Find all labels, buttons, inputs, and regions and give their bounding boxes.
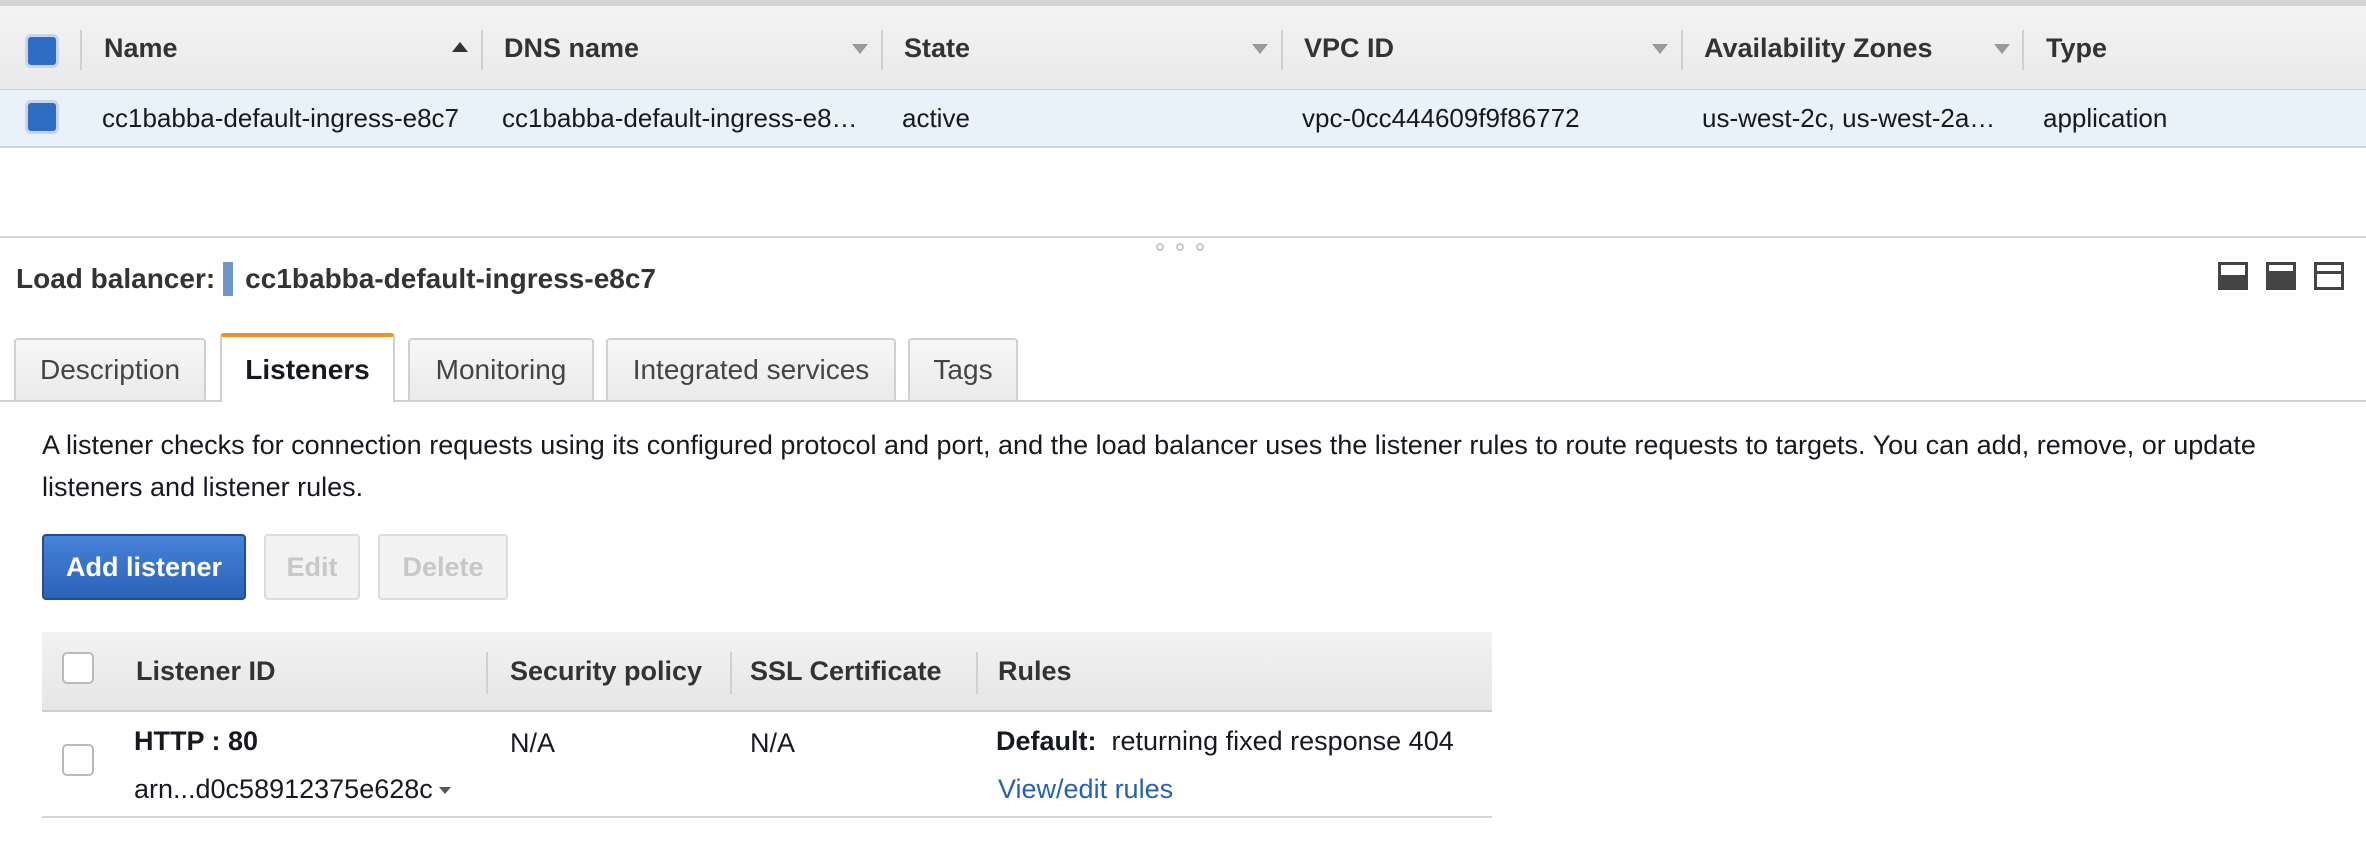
listeners-description: A listener checks for connection request… <box>42 430 2256 502</box>
cell-vpc-id: vpc-0cc444609f9f86772 <box>1302 102 1580 133</box>
view-edit-rules-link[interactable]: View/edit rules <box>998 774 1173 805</box>
edit-button[interactable]: Edit <box>264 534 360 600</box>
pane-maximize-icon[interactable] <box>2314 262 2344 290</box>
cell-availability-zones: us-west-2c, us-west-2a… <box>1702 102 1996 133</box>
select-all-checkbox[interactable] <box>62 652 94 684</box>
sort-dropdown-icon[interactable] <box>852 44 868 54</box>
row-checkbox[interactable] <box>62 744 94 776</box>
chevron-down-icon <box>438 787 451 795</box>
tab-description[interactable]: Description <box>14 338 206 400</box>
pane-bottom-icon[interactable] <box>2218 262 2248 290</box>
sort-dropdown-icon[interactable] <box>1994 44 2010 54</box>
tab-listeners[interactable]: Listeners <box>220 333 395 402</box>
column-header-rules[interactable]: Rules <box>998 632 1072 710</box>
column-header-dns-name[interactable]: DNS name <box>482 6 882 90</box>
listener-protocol-port: HTTP : 80 <box>134 726 259 756</box>
cell-state: active <box>902 102 970 133</box>
column-header-vpc-id[interactable]: VPC ID <box>1282 6 1682 90</box>
column-header-type[interactable]: Type <box>2024 6 2324 90</box>
column-header-ssl-certificate[interactable]: SSL Certificate <box>750 632 942 710</box>
column-header-state[interactable]: State <box>882 6 1282 90</box>
listeners-table-header: Listener ID Security policy SSL Certific… <box>42 632 1492 712</box>
cell-security-policy: N/A <box>510 728 556 758</box>
splitter-grip-icon[interactable] <box>1196 243 1204 251</box>
delete-button[interactable]: Delete <box>378 534 508 600</box>
tab-integrated-services[interactable]: Integrated services <box>606 338 896 400</box>
tab-tags[interactable]: Tags <box>908 338 1018 400</box>
add-listener-button[interactable]: Add listener <box>42 534 246 600</box>
column-header-availability-zones[interactable]: Availability Zones <box>1682 6 2022 90</box>
pane-split-icon[interactable] <box>2266 262 2296 290</box>
splitter-grip-icon[interactable] <box>1176 243 1184 251</box>
sort-dropdown-icon[interactable] <box>1652 44 1668 54</box>
column-header-security-policy[interactable]: Security policy <box>510 632 702 710</box>
sort-dropdown-icon[interactable] <box>1252 44 1268 54</box>
table-row[interactable]: cc1babba-default-ingress-e8c7 cc1babba-d… <box>0 90 2366 148</box>
sort-ascending-icon[interactable] <box>452 42 468 52</box>
table-row[interactable]: HTTP : 80 arn...d0c58912375e628c N/A N/A… <box>42 712 1492 818</box>
cell-name: cc1babba-default-ingress-e8c7 <box>102 102 459 133</box>
cell-type: application <box>2043 102 2168 133</box>
column-header-listener-id[interactable]: Listener ID <box>136 632 276 710</box>
splitter-grip-icon[interactable] <box>1156 243 1164 251</box>
tab-monitoring[interactable]: Monitoring <box>408 338 594 400</box>
listener-arn[interactable]: arn...d0c58912375e628c <box>134 774 451 805</box>
selection-marker <box>223 262 234 296</box>
detail-title: Load balancer: cc1babba-default-ingress-… <box>16 262 656 296</box>
cell-rules-default: Default: returning fixed response 404 <box>996 726 1454 756</box>
cell-ssl-certificate: N/A <box>750 728 796 758</box>
row-checkbox[interactable] <box>25 100 59 134</box>
select-all-checkbox[interactable] <box>25 34 59 68</box>
column-header-name[interactable]: Name <box>82 6 482 90</box>
cell-dns-name: cc1babba-default-ingress-e8… <box>502 102 858 133</box>
pane-splitter[interactable] <box>0 236 2366 238</box>
table-header: Name DNS name State VPC ID Availability … <box>0 0 2366 90</box>
